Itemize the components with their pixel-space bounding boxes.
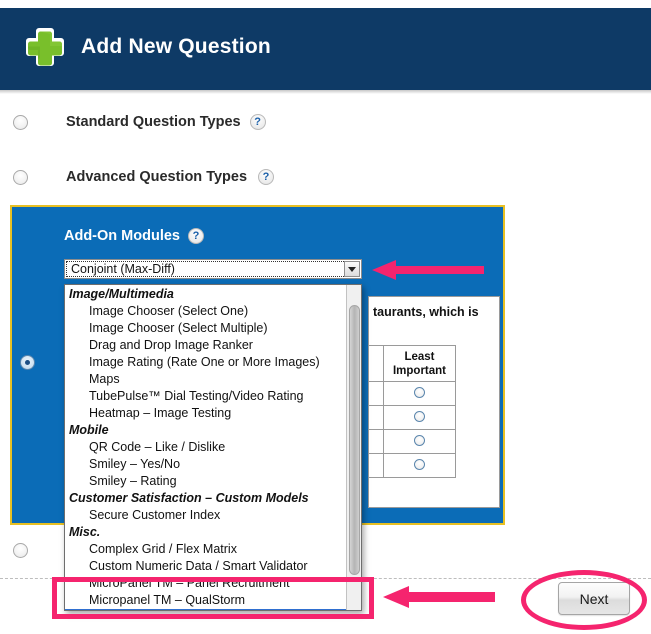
arrow-annotation-item <box>381 583 497 611</box>
dropdown-group-label: Customer Satisfaction – Custom Models <box>69 491 309 505</box>
dropdown-item[interactable]: Image Chooser (Select One) <box>65 303 346 320</box>
radio-advanced-question-types[interactable] <box>13 169 28 185</box>
dropdown-item[interactable]: Complex Grid / Flex Matrix <box>65 541 346 558</box>
table-corner-cell <box>369 345 384 382</box>
addon-modules-label: Add-On Modules <box>64 228 180 244</box>
table-row-label <box>369 405 384 430</box>
option-label-standard: Standard Question Types <box>66 114 241 130</box>
option-standard-question-types[interactable]: Standard Question Types ? <box>13 114 266 130</box>
radio-addon-modules-wrap[interactable] <box>20 355 35 375</box>
table-header-row: Least Important <box>369 345 456 382</box>
table-row-label <box>369 453 384 478</box>
table-cell-option[interactable] <box>383 381 456 406</box>
preview-table: Least Important <box>369 345 456 478</box>
addon-modules-heading: Add-On Modules ? <box>64 228 204 244</box>
dropdown-item[interactable]: TubePulse™ Dial Testing/Video Rating <box>65 388 346 405</box>
dropdown-group-label: Misc. <box>69 525 101 539</box>
dropdown-item[interactable]: Image Rating (Rate One or More Images) <box>65 354 346 371</box>
select-selected-value: Conjoint (Max-Diff) <box>71 262 175 276</box>
dropdown-item[interactable]: Drag and Drop Image Ranker <box>65 337 346 354</box>
arrow-annotation-select <box>370 258 486 282</box>
header-content: Add New Question <box>22 24 271 70</box>
add-new-question-dialog: Add New Question Standard Question Types… <box>0 0 651 634</box>
highlight-rectangle-annotation <box>52 577 374 619</box>
preview-radio-icon[interactable] <box>414 458 425 470</box>
dialog-title: Add New Question <box>81 35 271 58</box>
dropdown-item[interactable]: Image Chooser (Select Multiple) <box>65 320 346 337</box>
table-row-label <box>369 381 384 406</box>
chevron-down-glyph <box>348 266 356 272</box>
dropdown-item[interactable]: Maps <box>65 371 346 388</box>
preview-radio-icon[interactable] <box>414 434 425 446</box>
addon-module-dropdown-list[interactable]: Image/Multimedia Image Chooser (Select On… <box>64 284 362 611</box>
table-cell-option[interactable] <box>383 453 456 478</box>
radio-standard-question-types[interactable] <box>13 114 28 130</box>
dropdown-item[interactable]: Smiley – Yes/No <box>65 456 346 473</box>
preview-radio-icon[interactable] <box>414 410 425 422</box>
dropdown-item[interactable]: Heatmap – Image Testing <box>65 405 346 422</box>
dropdown-scroll-area: Image/Multimedia Image Chooser (Select On… <box>65 285 346 610</box>
help-icon-standard[interactable]: ? <box>249 114 266 130</box>
radio-addon-modules[interactable] <box>20 355 35 370</box>
question-preview: taurants, which is Least Important <box>368 296 500 508</box>
table-row <box>369 381 456 406</box>
addon-module-select[interactable]: Conjoint (Max-Diff) <box>64 259 362 279</box>
table-row <box>369 429 456 454</box>
dropdown-group-label: Image/Multimedia <box>69 287 174 301</box>
dropdown-item[interactable]: Custom Numeric Data / Smart Validator <box>65 558 346 575</box>
preview-radio-icon[interactable] <box>414 386 425 398</box>
dropdown-item[interactable]: Secure Customer Index <box>65 507 346 524</box>
help-icon-advanced[interactable]: ? <box>258 169 275 185</box>
table-cell-option[interactable] <box>383 405 456 430</box>
chevron-down-icon[interactable] <box>344 261 360 277</box>
green-plus-icon <box>22 24 68 70</box>
header-shadow <box>0 90 651 94</box>
dropdown-group-label: Mobile <box>69 423 109 437</box>
preview-question-text: taurants, which is <box>373 305 479 319</box>
dropdown-scrollbar[interactable] <box>346 285 361 610</box>
dialog-header: Add New Question <box>0 8 651 90</box>
table-row <box>369 405 456 430</box>
option-advanced-question-types[interactable]: Advanced Question Types ? <box>13 169 275 185</box>
table-row <box>369 453 456 478</box>
radio-bottom-option[interactable] <box>13 542 28 558</box>
highlight-ellipse-annotation <box>521 570 647 630</box>
table-row-label <box>369 429 384 454</box>
table-cell-option[interactable] <box>383 429 456 454</box>
help-icon-addon-modules[interactable]: ? <box>188 228 204 244</box>
dropdown-scrollbar-thumb[interactable] <box>349 305 360 575</box>
option-label-advanced: Advanced Question Types <box>66 169 248 185</box>
dropdown-item[interactable]: QR Code – Like / Dislike <box>65 439 346 456</box>
dropdown-item[interactable]: Smiley – Rating <box>65 473 346 490</box>
table-column-header-least-important: Least Important <box>383 345 456 382</box>
